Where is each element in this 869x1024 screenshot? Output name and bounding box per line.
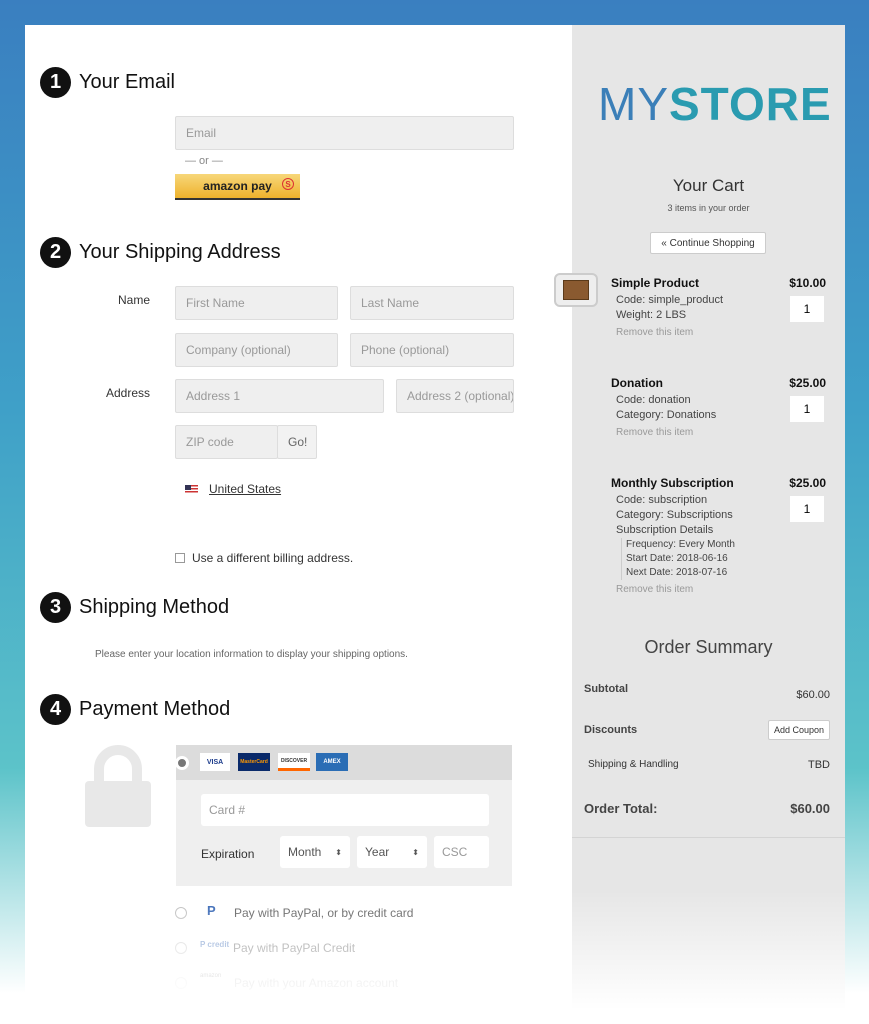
cart-item: Donation Code: donation Category: Donatio…: [611, 376, 826, 438]
company-input[interactable]: Company (optional): [175, 333, 338, 367]
country-link[interactable]: United States: [209, 482, 281, 496]
section-title: Shipping Method: [79, 596, 230, 618]
quantity-input[interactable]: 1: [790, 296, 824, 322]
product-thumbnail: [554, 273, 598, 307]
continue-shopping-button[interactable]: « Continue Shopping: [650, 232, 766, 254]
section-shipping-heading: 2 Your Shipping Address: [40, 237, 281, 268]
step-number: 3: [40, 592, 71, 623]
amazon-icon: amazon: [200, 973, 222, 979]
cart-sidebar: MYSTORE Your Cart 3 items in your order …: [554, 25, 845, 1010]
paypal-icon: P: [207, 903, 216, 918]
email-input[interactable]: Email: [175, 116, 514, 150]
item-price: $10.00: [789, 276, 826, 290]
quantity-input[interactable]: 1: [790, 396, 824, 422]
section-title: Payment Method: [79, 698, 231, 720]
amazon-pay-label: amazon pay: [203, 179, 272, 193]
subscription-next: Next Date: 2018-07-16: [626, 567, 728, 578]
paypal-credit-radio[interactable]: [175, 942, 187, 954]
subtotal-label: Subtotal: [584, 683, 628, 695]
amazon-radio[interactable]: [175, 977, 187, 989]
subscription-start: Start Date: 2018-06-16: [626, 553, 728, 564]
section-shipping-method-heading: 3 Shipping Method: [40, 592, 229, 623]
address-label: Address: [106, 386, 151, 400]
card-radio[interactable]: [175, 756, 189, 770]
paypal-credit-option-label[interactable]: Pay with PayPal Credit: [233, 941, 355, 955]
subscription-details-label: Subscription Details: [616, 524, 714, 536]
checkout-card: 1 Your Email Email — or — amazon pay S 2 Yo…: [25, 25, 845, 1010]
paypal-option-label[interactable]: Pay with PayPal, or by credit card: [234, 906, 413, 920]
amazon-option-label[interactable]: Pay with your Amazon account: [234, 976, 398, 990]
cart-item: Simple Product Code: simple_product Weigh…: [611, 276, 826, 338]
paypal-credit-icon: P credit: [200, 940, 230, 949]
expiration-label: Expiration: [201, 847, 255, 861]
shipping-handling-label: Shipping & Handling: [588, 759, 679, 770]
order-total-label: Order Total:: [584, 801, 658, 816]
shipping-handling-value: TBD: [808, 759, 830, 771]
amex-icon: AMEX: [316, 753, 348, 771]
zip-go-button[interactable]: Go!: [277, 425, 317, 459]
zip-input[interactable]: ZIP code: [175, 425, 278, 459]
phone-input[interactable]: Phone (optional): [350, 333, 514, 367]
last-name-input[interactable]: Last Name: [350, 286, 514, 320]
section-email-heading: 1 Your Email: [40, 67, 175, 98]
card-number-input[interactable]: Card #: [201, 794, 489, 826]
remove-item-link[interactable]: Remove this item: [611, 427, 826, 438]
section-title: Your Email: [79, 71, 175, 93]
visa-icon: VISA: [200, 753, 230, 771]
order-total-value: $60.00: [790, 801, 830, 816]
section-payment-heading: 4 Payment Method: [40, 694, 230, 725]
amazon-pay-button[interactable]: amazon pay S: [175, 174, 300, 200]
month-select[interactable]: Month ⬍: [280, 836, 350, 868]
name-label: Name: [118, 293, 151, 307]
logo-my: MY: [598, 78, 669, 130]
first-name-input[interactable]: First Name: [175, 286, 338, 320]
address1-input[interactable]: Address 1: [175, 379, 384, 413]
add-coupon-button[interactable]: Add Coupon: [767, 720, 830, 740]
year-value: Year: [365, 845, 390, 859]
subtotal-value: $60.00: [796, 689, 830, 701]
step-number: 2: [40, 237, 71, 268]
amazon-s-icon: S: [282, 178, 294, 190]
discover-icon: DISCOVER: [278, 753, 310, 771]
cart-title: Your Cart: [672, 176, 745, 195]
quantity-input[interactable]: 1: [790, 496, 824, 522]
address2-input[interactable]: Address 2 (optional): [396, 379, 514, 413]
lock-icon: [85, 745, 151, 827]
section-title: Your Shipping Address: [79, 241, 281, 263]
billing-label: Use a different billing address.: [192, 551, 354, 565]
select-arrows-icon: ⬍: [412, 847, 419, 857]
select-arrows-icon: ⬍: [335, 847, 342, 857]
cart-count: 3 items in your order: [667, 203, 750, 213]
remove-item-link[interactable]: Remove this item: [611, 327, 826, 338]
year-select[interactable]: Year ⬍: [357, 836, 427, 868]
subscription-frequency: Frequency: Every Month: [626, 539, 735, 550]
step-number: 4: [40, 694, 71, 725]
month-value: Month: [288, 845, 322, 859]
logo-store: STORE: [669, 78, 832, 130]
order-summary-title: Order Summary: [644, 637, 773, 657]
paypal-radio[interactable]: [175, 907, 187, 919]
csc-input[interactable]: CSC: [434, 836, 489, 868]
summary-divider: [572, 837, 845, 838]
shipping-method-note: Please enter your location information t…: [95, 649, 408, 660]
billing-checkbox[interactable]: [175, 553, 185, 563]
us-flag-icon: [185, 485, 198, 494]
item-price: $25.00: [789, 376, 826, 390]
remove-item-link[interactable]: Remove this item: [611, 584, 826, 595]
discounts-label: Discounts: [584, 724, 638, 736]
item-price: $25.00: [789, 476, 826, 490]
cart-item: Monthly Subscription Code: subscription C…: [611, 476, 826, 595]
step-number: 1: [40, 67, 71, 98]
card-payment-panel: VISA MasterCard DISCOVER AMEX Card # Exp…: [175, 745, 512, 886]
store-logo[interactable]: MYSTORE: [598, 77, 832, 131]
mastercard-icon: MasterCard: [238, 753, 270, 771]
or-divider: — or —: [185, 155, 223, 167]
